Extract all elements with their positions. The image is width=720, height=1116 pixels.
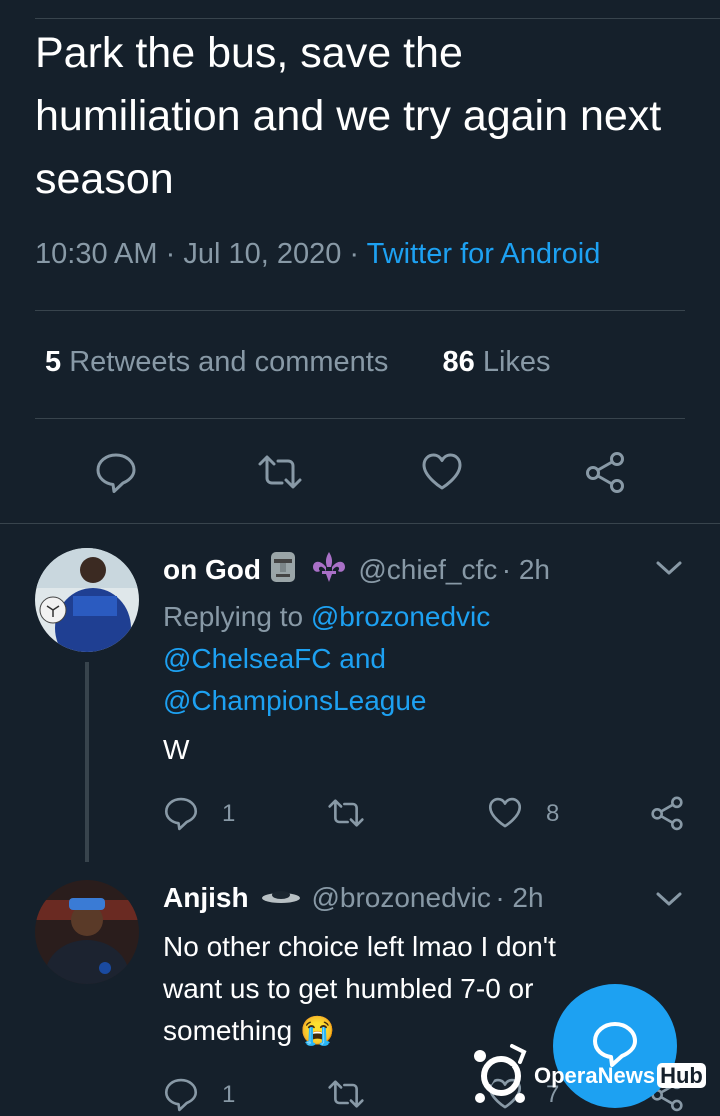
avatar[interactable] <box>35 548 139 652</box>
watermark-hub-badge: Hub <box>657 1063 706 1088</box>
like-icon <box>488 797 522 828</box>
reply-text: W <box>163 734 190 765</box>
flying-saucer-icon <box>261 889 301 910</box>
thread-line <box>85 662 89 862</box>
display-name[interactable]: on God <box>163 554 261 585</box>
chevron-down-icon <box>656 561 682 575</box>
meta-separator: · <box>165 238 176 270</box>
reply-time: · 2h <box>495 882 544 913</box>
tweet-stats: 5 Retweets and comments 86 Likes <box>45 346 551 379</box>
reply-icon <box>96 453 136 493</box>
share-icon <box>651 796 683 831</box>
retweet-icon <box>328 799 364 827</box>
actions-divider <box>0 523 720 524</box>
opera-news-hub-watermark: OperaNews Hub <box>534 1063 706 1089</box>
reply-count: 1 <box>222 800 236 827</box>
reply-icon <box>164 1078 198 1112</box>
mention-link[interactable]: @ChampionsLeague <box>163 685 426 716</box>
reply-text-line: No other choice left lmao I don't <box>163 931 556 962</box>
compose-bubble-icon <box>593 1022 637 1067</box>
display-name[interactable]: Anjish <box>163 882 249 913</box>
reply-header: Anjish @brozonedvic · 2h <box>163 882 544 914</box>
tweet-time: 10:30 AM <box>35 238 158 270</box>
user-handle[interactable]: @brozonedvic <box>311 882 490 913</box>
moai-emoji-icon <box>269 551 297 588</box>
like-count: 8 <box>546 800 560 827</box>
more-options-button[interactable] <box>654 887 684 911</box>
stats-bottom-divider <box>35 418 685 419</box>
retweet-icon <box>258 455 302 489</box>
share-icon <box>586 452 624 493</box>
retweet-button[interactable] <box>326 1076 366 1112</box>
stats-top-divider <box>35 310 685 311</box>
fleur-de-lis-icon <box>310 551 348 588</box>
likes-label: Likes <box>482 346 551 378</box>
reply-button[interactable] <box>94 450 138 494</box>
share-button[interactable] <box>583 450 627 494</box>
like-button[interactable] <box>420 450 464 494</box>
reply-time: · 2h <box>501 554 550 585</box>
tweet-source-link[interactable]: Twitter for Android <box>367 238 601 270</box>
more-options-button[interactable] <box>654 556 684 580</box>
avatar[interactable] <box>35 880 139 984</box>
likes-stat[interactable]: 86 Likes <box>442 346 550 378</box>
like-icon <box>422 453 462 490</box>
replying-to: Replying to @brozonedvic @ChelseaFC and … <box>163 596 663 722</box>
reply-header: on God @chief_cfc · 2h <box>163 551 550 588</box>
retweets-count: 5 <box>45 346 62 378</box>
retweet-icon <box>328 1080 364 1108</box>
watermark-brand: OperaNews <box>534 1063 656 1088</box>
mention-link[interactable]: @ChelseaFC <box>163 643 331 674</box>
top-divider <box>35 18 720 19</box>
retweet-button[interactable] <box>326 795 366 831</box>
reply-count: 1 <box>222 1081 236 1108</box>
reply-text-line: something <box>163 1015 293 1046</box>
reply-button[interactable] <box>163 795 199 831</box>
likes-count: 86 <box>442 346 475 378</box>
replying-prefix: Replying to <box>163 601 311 632</box>
reply-button[interactable] <box>163 1076 199 1112</box>
opera-news-logo-icon <box>468 1036 534 1113</box>
compose-reply-button[interactable] <box>553 984 677 1108</box>
mention-link[interactable]: @brozonedvic <box>311 601 490 632</box>
tweet-meta: 10:30 AM · Jul 10, 2020 · Twitter for An… <box>35 238 600 271</box>
retweet-button[interactable] <box>256 450 302 494</box>
tweet-text: Park the bus, save the humiliation and w… <box>35 29 662 203</box>
retweets-stat[interactable]: 5 Retweets and comments <box>45 346 388 378</box>
user-handle[interactable]: @chief_cfc <box>358 554 497 585</box>
like-button[interactable] <box>487 795 523 831</box>
share-button[interactable] <box>649 795 685 831</box>
chevron-down-icon <box>656 892 682 906</box>
mention-and: and <box>331 643 386 674</box>
crying-emoji: 😭 <box>299 1015 335 1046</box>
reply-icon <box>164 797 198 831</box>
tweet-date: Jul 10, 2020 <box>183 238 342 270</box>
retweets-label: Retweets and comments <box>69 346 389 378</box>
meta-separator: · <box>349 238 360 270</box>
